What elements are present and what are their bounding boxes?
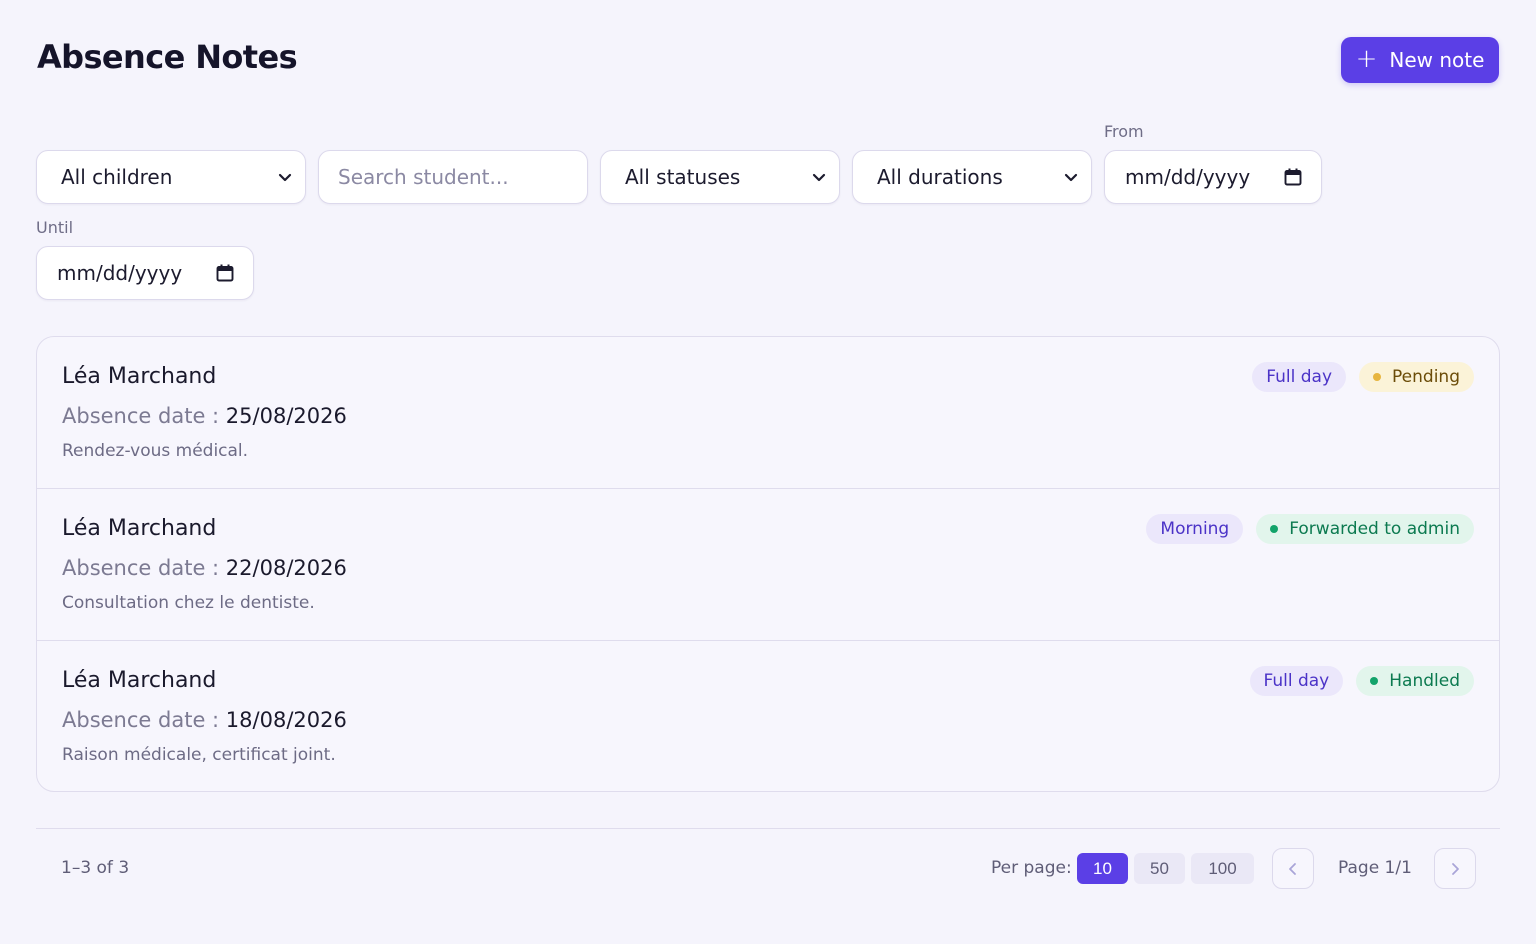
absence-date-label: Absence date :	[62, 404, 226, 428]
list-item[interactable]: Léa Marchand Absence date : 25/08/2026 R…	[37, 337, 1499, 489]
list-item[interactable]: Léa Marchand Absence date : 22/08/2026 C…	[37, 489, 1499, 641]
per-page-10-button[interactable]: 10	[1077, 853, 1128, 884]
plus-icon: +	[1355, 44, 1378, 74]
duration-badge: Full day	[1249, 666, 1344, 696]
status-dot-icon	[1370, 677, 1379, 685]
absence-date: Absence date : 25/08/2026	[62, 404, 347, 428]
duration-select[interactable]: All durations	[852, 150, 1092, 204]
absence-date: Absence date : 22/08/2026	[62, 556, 347, 580]
status-text: Forwarded to admin	[1289, 519, 1460, 539]
absence-date-value: 22/08/2026	[225, 556, 347, 580]
absence-reason: Consultation chez le dentiste.	[62, 593, 315, 613]
status-text: Handled	[1389, 671, 1460, 691]
badges: Full day Handled	[1249, 666, 1474, 696]
chevron-down-icon	[1064, 173, 1078, 182]
student-name: Léa Marchand	[62, 364, 217, 389]
absence-date-label: Absence date :	[62, 708, 226, 732]
status-select[interactable]: All statuses	[600, 150, 840, 204]
chevron-down-icon	[812, 173, 826, 182]
results-count: 1–3 of 3	[61, 858, 130, 878]
status-badge: Pending	[1359, 362, 1474, 392]
status-select-value: All statuses	[625, 165, 741, 189]
status-dot-icon	[1373, 373, 1382, 381]
from-date-input[interactable]: mm/dd/yyyy	[1104, 150, 1322, 204]
previous-page-button[interactable]	[1272, 848, 1314, 889]
absence-date-label: Absence date :	[62, 556, 226, 580]
status-dot-icon	[1270, 525, 1279, 533]
duration-select-value: All durations	[877, 165, 1003, 189]
absence-date-value: 18/08/2026	[225, 708, 347, 732]
per-page-50-button[interactable]: 50	[1134, 853, 1185, 884]
from-date-placeholder: mm/dd/yyyy	[1125, 165, 1251, 189]
from-label: From	[1104, 122, 1144, 141]
absence-date: Absence date : 18/08/2026	[62, 708, 347, 732]
children-select[interactable]: All children	[36, 150, 306, 204]
duration-badge: Full day	[1252, 362, 1347, 392]
search-placeholder: Search student...	[338, 165, 509, 189]
children-select-value: All children	[61, 165, 173, 189]
page-title: Absence Notes	[37, 38, 298, 76]
per-page-100-button[interactable]: 100	[1191, 853, 1254, 884]
student-name: Léa Marchand	[62, 668, 217, 693]
footer-divider	[36, 828, 1500, 829]
status-text: Pending	[1392, 367, 1460, 387]
absence-reason: Rendez-vous médical.	[62, 441, 249, 461]
until-date-placeholder: mm/dd/yyyy	[57, 261, 183, 285]
until-date-input[interactable]: mm/dd/yyyy	[36, 246, 254, 300]
chevron-down-icon	[278, 173, 292, 182]
chevron-right-icon	[1452, 862, 1459, 875]
chevron-left-icon	[1289, 862, 1296, 875]
badges: Morning Forwarded to admin	[1146, 514, 1474, 544]
new-note-label: New note	[1389, 48, 1485, 72]
student-name: Léa Marchand	[62, 516, 217, 541]
absence-notes-list: Léa Marchand Absence date : 25/08/2026 R…	[36, 336, 1500, 792]
absence-date-value: 25/08/2026	[225, 404, 347, 428]
new-note-button[interactable]: + New note	[1341, 37, 1499, 83]
until-label: Until	[36, 218, 74, 237]
calendar-icon[interactable]	[215, 263, 235, 283]
badges: Full day Pending	[1252, 362, 1474, 392]
calendar-icon[interactable]	[1283, 167, 1303, 187]
per-page-label: Per page:	[991, 858, 1072, 878]
status-badge: Handled	[1356, 666, 1474, 696]
status-badge: Forwarded to admin	[1256, 514, 1474, 544]
duration-badge: Morning	[1146, 514, 1244, 544]
list-item[interactable]: Léa Marchand Absence date : 18/08/2026 R…	[37, 641, 1499, 791]
next-page-button[interactable]	[1434, 848, 1476, 889]
absence-reason: Raison médicale, certificat joint.	[62, 745, 336, 765]
page-indicator: Page 1/1	[1338, 858, 1412, 878]
search-student-input[interactable]: Search student...	[318, 150, 588, 204]
